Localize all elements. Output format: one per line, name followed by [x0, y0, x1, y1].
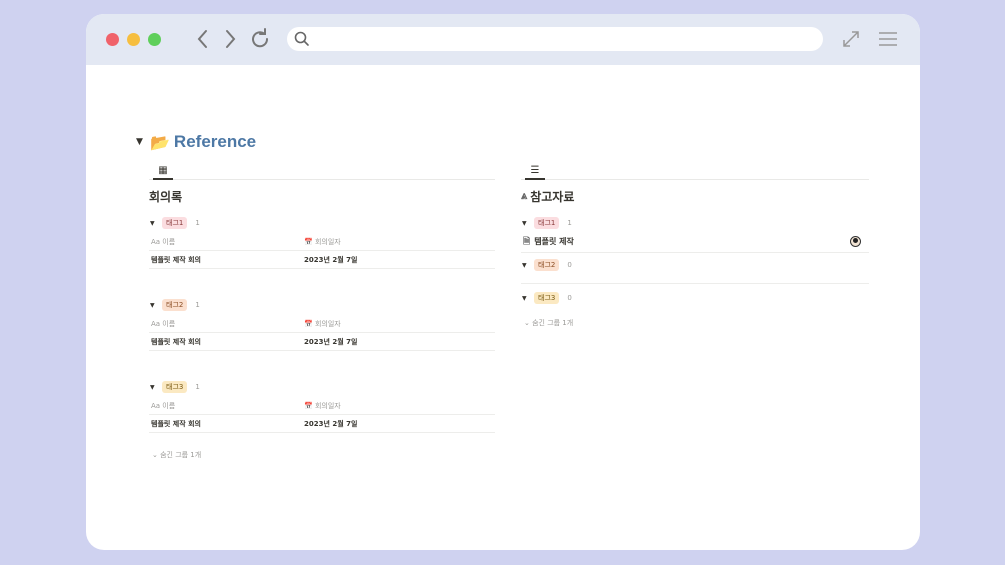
table-row[interactable]: 템플릿 제작 회의 2023년 2월 7일	[149, 333, 495, 351]
tag-badge: 태그1	[162, 217, 188, 229]
group-caret-icon[interactable]: ▼	[149, 384, 162, 391]
row-date[interactable]: 2023년 2월 7일	[301, 337, 495, 347]
reload-icon[interactable]	[248, 27, 272, 51]
tag-badge: 태그3	[162, 381, 188, 393]
column-date-header[interactable]: 📅 회의일자	[301, 319, 495, 329]
group-caret-icon[interactable]: ▼	[149, 302, 162, 309]
column-date-header[interactable]: 📅 회의일자	[301, 237, 495, 247]
item-title[interactable]: 템플릿 제작	[534, 236, 574, 247]
address-bar[interactable]	[287, 27, 823, 51]
table-view-tab[interactable]: ▦	[149, 163, 495, 180]
reference-toggle[interactable]: ▼ 📂 Reference	[136, 131, 256, 153]
group-count: 1	[195, 301, 200, 309]
column-name-header[interactable]: Aa 이름	[149, 401, 301, 411]
table-header: Aa 이름 📅 회의일자	[149, 397, 495, 415]
table-row[interactable]: 템플릿 제작 회의 2023년 2월 7일	[149, 415, 495, 433]
table-header: Aa 이름 📅 회의일자	[149, 233, 495, 251]
group-count: 0	[567, 261, 572, 269]
group-count: 1	[567, 219, 572, 227]
table-row[interactable]: 템플릿 제작 회의 2023년 2월 7일	[149, 251, 495, 269]
section-title: Reference	[173, 132, 257, 151]
tag-badge: 태그3	[534, 292, 560, 304]
maximize-window-button[interactable]	[148, 33, 161, 46]
group-caret-icon[interactable]: ▼	[521, 262, 534, 269]
folder-icon: 📂	[150, 132, 170, 152]
avatar	[850, 236, 861, 247]
tag-badge: 태그2	[534, 259, 560, 271]
row-name[interactable]: 템플릿 제작 회의	[149, 255, 301, 265]
list-icon: ☰	[525, 165, 545, 180]
row-name[interactable]: 템플릿 제작 회의	[149, 337, 301, 347]
back-arrow-icon[interactable]	[191, 27, 215, 51]
row-date[interactable]: 2023년 2월 7일	[301, 255, 495, 265]
hidden-groups-toggle[interactable]: ⌄ 숨긴 그룹 1개	[521, 318, 869, 328]
menu-icon[interactable]	[876, 27, 900, 51]
list-item[interactable]: 🗎 템플릿 제작	[521, 231, 869, 253]
expand-icon[interactable]	[839, 27, 863, 51]
tag-badge: 태그2	[162, 299, 188, 311]
browser-window: ▼ 📂 Reference ▦ 회의록 ▼ 태그1 1 Aa 이름 📅 회의일자	[86, 14, 920, 550]
group-tag1: ▼ 태그1 1 Aa 이름 📅 회의일자 템플릿 제작 회의 2023년 2월 …	[149, 215, 495, 269]
search-icon	[293, 30, 311, 48]
table-icon: ▦	[153, 165, 173, 180]
chevron-down-icon: ⌄	[152, 451, 161, 459]
group-tag3: ▼ 태그3 0	[521, 290, 869, 306]
calendar-icon: 📅	[304, 237, 315, 246]
references-database: ☰ ⩓ 참고자료 ▼ 태그1 1 🗎 템플릿 제작 ▼ 태그2 0 ▼ 태그3 …	[521, 163, 869, 328]
tag-badge: 태그1	[534, 217, 560, 229]
column-date-header[interactable]: 📅 회의일자	[301, 401, 495, 411]
group-count: 1	[195, 383, 200, 391]
meeting-notes-database: ▦ 회의록 ▼ 태그1 1 Aa 이름 📅 회의일자 템플릿 제작 회의 202…	[149, 163, 495, 460]
database-title[interactable]: 회의록	[149, 187, 495, 205]
toggle-caret-icon[interactable]: ▼	[136, 137, 150, 147]
list-view-tab[interactable]: ☰	[521, 163, 869, 180]
page-content: ▼ 📂 Reference ▦ 회의록 ▼ 태그1 1 Aa 이름 📅 회의일자	[86, 65, 920, 550]
group-tag2: ▼ 태그2 0	[521, 257, 869, 284]
database-title[interactable]: ⩓ 참고자료	[521, 187, 869, 205]
title-bar	[86, 14, 920, 65]
calendar-icon: 📅	[304, 319, 315, 328]
group-caret-icon[interactable]: ▼	[521, 295, 534, 302]
group-caret-icon[interactable]: ▼	[521, 220, 534, 227]
close-window-button[interactable]	[106, 33, 119, 46]
row-date[interactable]: 2023년 2월 7일	[301, 419, 495, 429]
page-icon: 🗎	[523, 236, 531, 247]
calendar-icon: 📅	[304, 401, 315, 410]
column-name-header[interactable]: Aa 이름	[149, 319, 301, 329]
group-tag3: ▼ 태그3 1 Aa 이름 📅 회의일자 템플릿 제작 회의 2023년 2월 …	[149, 379, 495, 433]
column-name-header[interactable]: Aa 이름	[149, 237, 301, 247]
group-count: 1	[195, 219, 200, 227]
hidden-groups-toggle[interactable]: ⌄ 숨긴 그룹 1개	[149, 450, 495, 460]
reference-icon: ⩓	[521, 189, 528, 202]
group-count: 0	[567, 294, 572, 302]
chevron-down-icon: ⌄	[524, 319, 533, 327]
minimize-window-button[interactable]	[127, 33, 140, 46]
table-header: Aa 이름 📅 회의일자	[149, 315, 495, 333]
group-tag2: ▼ 태그2 1 Aa 이름 📅 회의일자 템플릿 제작 회의 2023년 2월 …	[149, 297, 495, 351]
group-caret-icon[interactable]: ▼	[149, 220, 162, 227]
group-tag1: ▼ 태그1 1 🗎 템플릿 제작	[521, 215, 869, 253]
forward-arrow-icon[interactable]	[218, 27, 242, 51]
row-name[interactable]: 템플릿 제작 회의	[149, 419, 301, 429]
